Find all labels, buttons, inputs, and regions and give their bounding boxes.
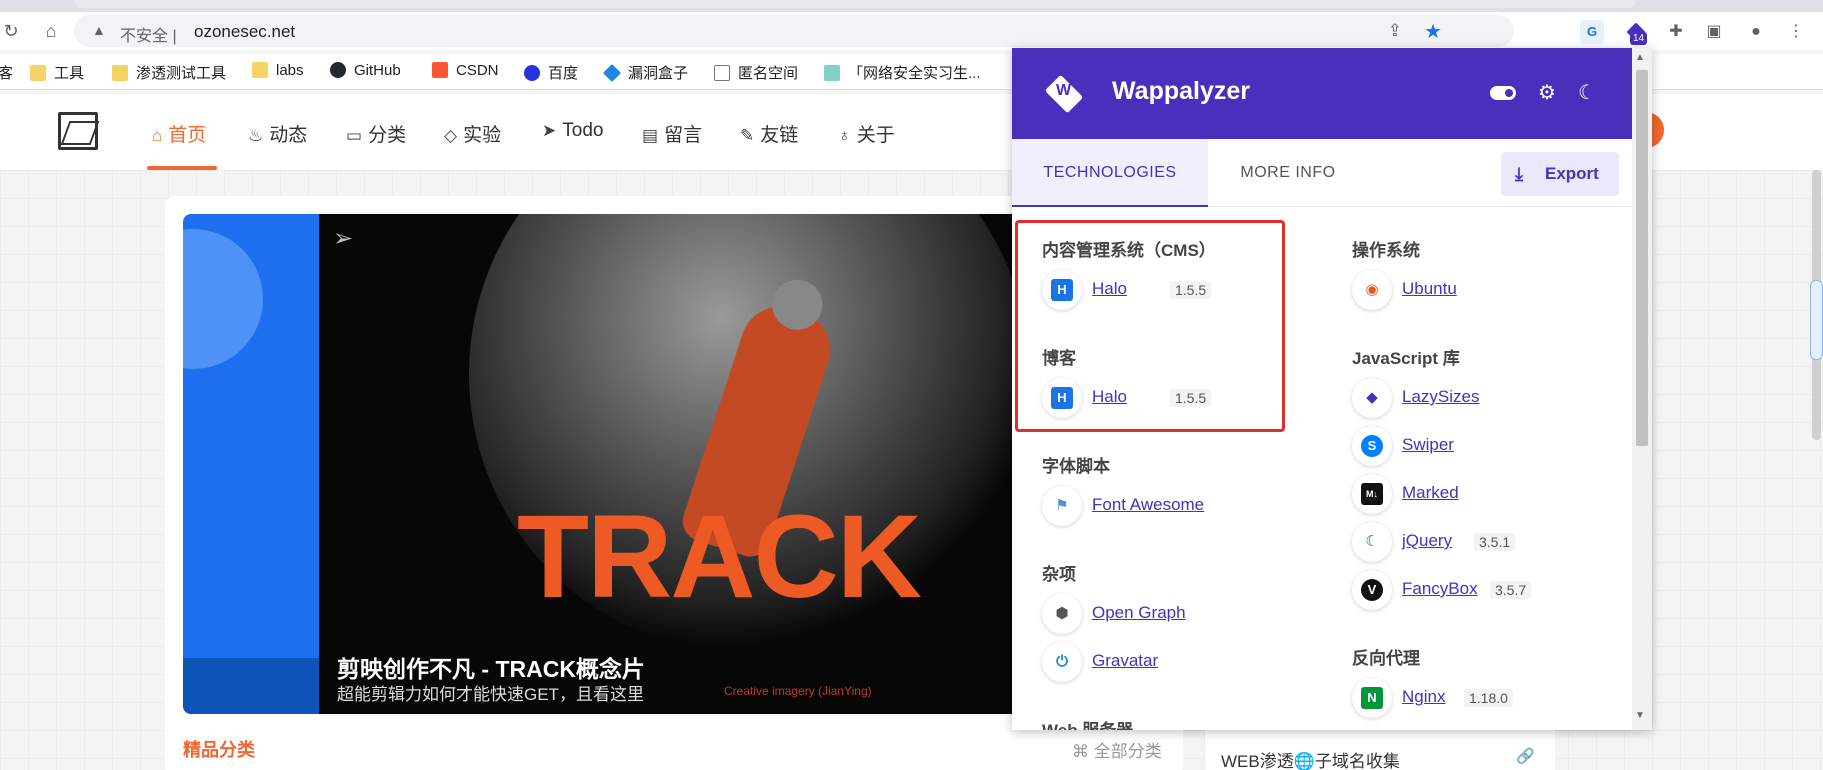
csdn-icon [432, 62, 448, 78]
bookmark-anon-space[interactable]: 匿名空间 [714, 62, 798, 83]
side-article-title[interactable]: WEB渗透🌐子域名收集 [1221, 747, 1400, 770]
address-bar-row: ↻ ⌂ ▲ 不安全 | ozonesec.net ⇪ ★ G ✚ ▣ ● ⋮ [0, 12, 1823, 50]
bookmark-labs[interactable]: labs [252, 62, 304, 79]
paper-plane-icon: ➢ [333, 225, 354, 252]
bookmark-pentest-tools[interactable]: 渗透测试工具 [112, 62, 226, 83]
wappalyzer-title: Wappalyzer [1112, 77, 1251, 105]
side-panel-icon[interactable]: ▣ [1702, 20, 1726, 44]
banner-title[interactable]: 剪映创作不凡 - TRACK概念片 [337, 650, 645, 684]
wappalyzer-header: W Wappalyzer ⚙ ☾ [1012, 48, 1632, 139]
share-icon[interactable]: ⇪ [1388, 21, 1402, 41]
category-reverse-proxy: 反向代理 [1352, 649, 1420, 668]
browser-tab-strip [0, 0, 1823, 12]
bookmark-csdn[interactable]: CSDN [432, 62, 499, 79]
export-button[interactable]: ⤓ Export [1501, 152, 1619, 196]
side-article-card[interactable]: WEB渗透🌐子域名收集 🔗 [1205, 730, 1555, 770]
bookmark-baidu[interactable]: 百度 [524, 62, 578, 83]
nav-dynamic[interactable]: ♨ 动态 [248, 120, 307, 147]
bookmark-partial[interactable]: 客 [0, 62, 13, 83]
gravatar-icon: ⏻ [1042, 642, 1082, 682]
nav-about[interactable]: ♁ 关于 [838, 120, 895, 147]
menu-kebab-icon[interactable]: ⋮ [1784, 20, 1808, 44]
scroll-up-arrow-icon[interactable]: ▲ [1635, 52, 1645, 63]
banner-big-text: TRACK [517, 491, 922, 623]
carousel-banner[interactable]: TRACK ➢ 剪映创作不凡 - TRACK概念片 超能剪辑力如何才能快速GET… [319, 214, 1013, 714]
tab-more-info[interactable]: MORE INFO [1208, 139, 1368, 207]
jquery-icon: ☾ [1352, 522, 1392, 562]
bookmark-star-icon[interactable]: ★ [1424, 19, 1442, 44]
profile-icon[interactable]: ● [1744, 20, 1768, 44]
site-logo-icon[interactable] [58, 112, 98, 150]
omnibox[interactable]: ▲ 不安全 | ozonesec.net ⇪ ★ [74, 15, 1514, 47]
banner-credit: Creative imagery (JianYing) [724, 684, 872, 698]
category-font-scripts: 字体脚本 [1042, 457, 1110, 476]
github-icon [330, 62, 346, 78]
bulb-icon: ♁ [838, 126, 851, 145]
category-js-libraries: JavaScript 库 [1352, 349, 1460, 368]
extension-count-badge: 14 [1630, 32, 1648, 45]
shield-icon: ◇ [444, 126, 458, 145]
folder-icon [112, 65, 128, 81]
translate-extension-icon[interactable]: G [1580, 20, 1604, 44]
scroll-down-arrow-icon[interactable]: ▼ [1635, 710, 1645, 721]
page-scrollbar-thumb[interactable] [1810, 280, 1823, 360]
wappalyzer-logo-icon: W [1042, 72, 1086, 122]
nav-category[interactable]: ▭ 分类 [346, 120, 406, 147]
highlight-annotation-box [1015, 220, 1285, 432]
grid-icon: ⌘ [1072, 742, 1089, 761]
fancybox-icon: V [1352, 570, 1392, 610]
puzzle-extensions-icon[interactable]: ✚ [1664, 20, 1688, 44]
home-icon: ⌂ [152, 126, 163, 145]
open-graph-icon: ⬢ [1042, 594, 1082, 634]
b-icon [824, 65, 840, 81]
swiper-icon: S [1352, 426, 1392, 466]
all-categories-link[interactable]: ⌘ 全部分类 [1072, 737, 1162, 762]
popup-scrollbar-thumb[interactable] [1636, 70, 1648, 446]
category-misc: 杂项 [1042, 565, 1076, 584]
message-icon: ▤ [642, 126, 659, 145]
send-icon: ➤ [542, 121, 557, 140]
security-status-label[interactable]: 不安全 | [120, 22, 177, 46]
theme-moon-icon[interactable]: ☾ [1578, 80, 1596, 105]
tab-strip-edge [75, 0, 1635, 8]
url-text[interactable]: ozonesec.net [194, 22, 295, 42]
folder-icon [252, 62, 268, 78]
baidu-icon [524, 65, 540, 81]
bookmark-tools[interactable]: 工具 [30, 62, 84, 83]
nav-lab[interactable]: ◇ 实验 [444, 120, 501, 147]
home-icon[interactable]: ⌂ [40, 20, 62, 42]
reload-icon[interactable]: ↻ [0, 20, 22, 42]
font-awesome-icon: ⚑ [1042, 486, 1082, 526]
lazysizes-icon: ◆ [1352, 378, 1392, 418]
nav-todo[interactable]: ➤ Todo [542, 120, 603, 142]
marked-icon: M↓ [1352, 474, 1392, 514]
warning-triangle-icon[interactable]: ▲ [92, 22, 106, 38]
vulbox-icon [602, 63, 622, 83]
bookmark-vulbox[interactable]: 漏洞盒子 [602, 62, 688, 83]
section-title: 精品分类 [183, 740, 255, 760]
flame-icon: ♨ [248, 126, 264, 145]
toggle-icon[interactable] [1490, 86, 1516, 100]
settings-gear-icon[interactable]: ⚙ [1538, 80, 1556, 105]
download-icon: ⤓ [1515, 164, 1523, 184]
nav-links[interactable]: ✎ 友链 [740, 120, 798, 147]
nginx-icon: N [1352, 678, 1392, 718]
ubuntu-icon: ◉ [1352, 270, 1392, 310]
carousel-prev-slide[interactable] [183, 214, 319, 714]
link-icon[interactable]: 🔗 [1516, 747, 1535, 765]
bookmark-github[interactable]: GitHub [330, 62, 401, 79]
nav-home[interactable]: ⌂ 首页 [152, 120, 206, 147]
slide-footer [183, 658, 319, 714]
book-icon: ▭ [346, 126, 363, 145]
decorative-circle [183, 229, 263, 369]
tab-technologies[interactable]: TECHNOLOGIES [1012, 139, 1208, 207]
nav-guestbook[interactable]: ▤ 留言 [642, 120, 702, 147]
category-web-server: Web 服务器 [1042, 716, 1133, 730]
feather-icon: ✎ [740, 126, 755, 145]
page-icon [714, 65, 730, 81]
folder-icon [30, 65, 46, 81]
bookmark-internship[interactable]: 「网络安全实习生... [824, 62, 981, 83]
banner-subtitle: 超能剪辑力如何才能快速GET，且看这里 [337, 685, 644, 704]
category-os: 操作系统 [1352, 241, 1420, 260]
